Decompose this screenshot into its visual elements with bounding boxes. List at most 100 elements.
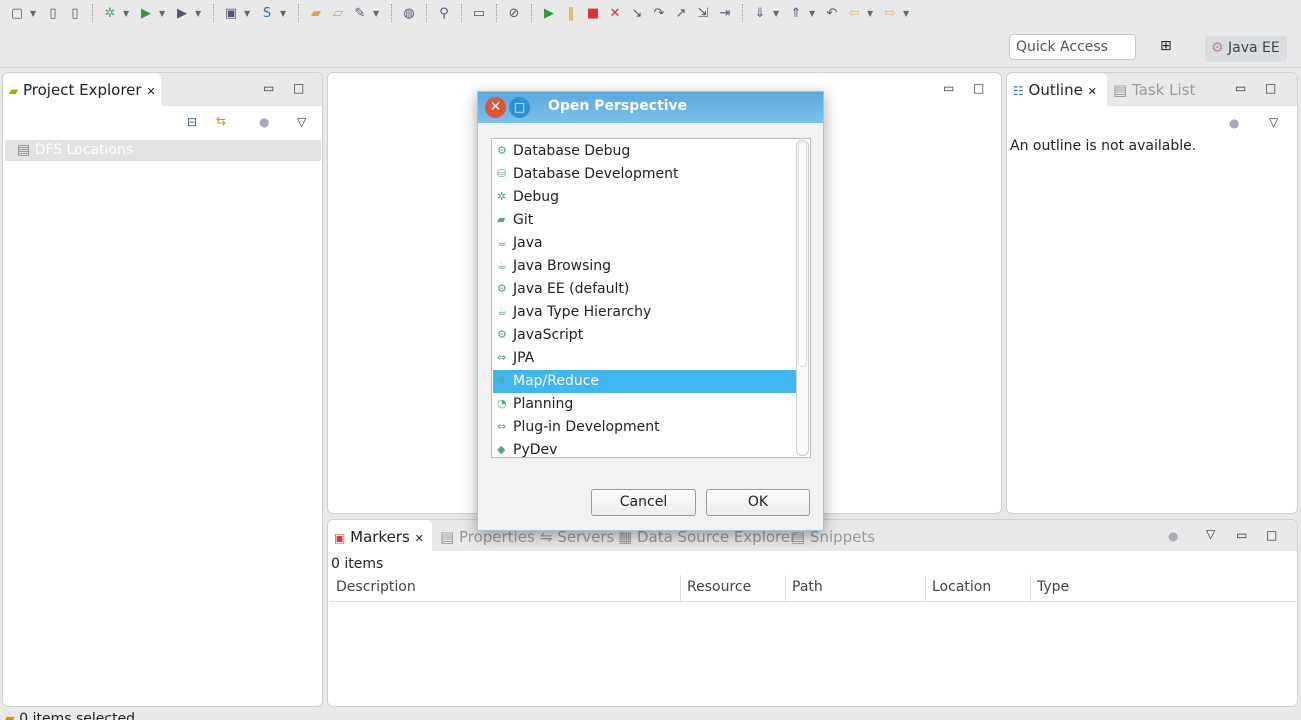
new-server-icon[interactable]: ▣ xyxy=(222,4,240,22)
perspective-item[interactable]: ◔ Planning xyxy=(493,393,796,416)
dropdown-arrow-icon[interactable]: ▼ xyxy=(773,9,783,18)
filter-icon[interactable]: ● xyxy=(1168,529,1178,543)
quick-access-input[interactable]: Quick Access xyxy=(1009,34,1136,60)
toolbar-separator xyxy=(531,4,532,22)
perspective-item[interactable]: ⇔ JPA xyxy=(493,347,796,370)
console-icon[interactable]: ▭ xyxy=(470,4,488,22)
drop-to-frame-icon[interactable]: ⇲ xyxy=(694,4,712,22)
perspective-label: Java Browsing xyxy=(513,258,612,274)
tab-project-explorer[interactable]: ▰ Project Explorer ✕ xyxy=(3,73,161,106)
link-editor-icon[interactable]: ⇆ xyxy=(216,114,226,128)
column-resource[interactable]: Resource xyxy=(681,575,786,601)
perspective-item[interactable]: ☕ Java xyxy=(493,232,796,255)
tab-task-list[interactable]: ▤ Task List xyxy=(1113,81,1195,99)
perspective-item[interactable]: ⚘ Map/Reduce xyxy=(493,370,796,393)
close-icon[interactable]: ✕ xyxy=(485,97,506,118)
debug-icon[interactable]: ✲ xyxy=(101,4,119,22)
dropdown-arrow-icon[interactable]: ▼ xyxy=(903,9,913,18)
skip-breakpoints-icon[interactable]: ⊘ xyxy=(505,4,523,22)
forward-icon[interactable]: ⇨ xyxy=(881,4,899,22)
dropdown-arrow-icon[interactable]: ▼ xyxy=(809,9,819,18)
step-return-icon[interactable]: ↗ xyxy=(672,4,690,22)
perspective-item[interactable]: ⚙ Java EE (default) xyxy=(493,278,796,301)
scrollbar[interactable] xyxy=(796,140,809,456)
perspective-item[interactable]: ⛁ Database Development xyxy=(493,163,796,186)
previous-annotation-icon[interactable]: ⇑ xyxy=(787,4,805,22)
perspective-item[interactable]: ◆ PyDev xyxy=(493,439,796,457)
disconnect-icon[interactable]: ✕ xyxy=(606,4,624,22)
outline-icon: ☷ xyxy=(1013,84,1024,98)
perspective-item[interactable]: ☕ Java Browsing xyxy=(493,255,796,278)
view-menu-icon[interactable]: ▽ xyxy=(1206,527,1215,541)
column-path[interactable]: Path xyxy=(786,575,926,601)
terminate-icon[interactable]: ■ xyxy=(584,4,602,22)
dropdown-arrow-icon[interactable]: ▼ xyxy=(373,9,383,18)
close-icon[interactable]: ✕ xyxy=(146,85,155,98)
collapse-all-icon[interactable]: ⊟ xyxy=(187,115,197,129)
step-into-icon[interactable]: ↘ xyxy=(628,4,646,22)
new-icon[interactable]: ▢ xyxy=(8,4,26,22)
open-folder-icon[interactable]: ▱ xyxy=(329,4,347,22)
maximize-icon[interactable]: □ xyxy=(293,81,304,95)
maximize-icon[interactable]: □ xyxy=(1265,81,1276,95)
maximize-icon[interactable]: □ xyxy=(509,97,530,118)
web-browser-icon[interactable]: ◍ xyxy=(400,4,418,22)
markers-icon: ▣ xyxy=(334,531,346,545)
dropdown-arrow-icon[interactable]: ▼ xyxy=(123,9,133,18)
maximize-icon[interactable]: □ xyxy=(1266,528,1277,542)
filter-icon[interactable]: ● xyxy=(259,115,269,129)
column-type[interactable]: Type xyxy=(1031,575,1296,601)
suspend-icon[interactable]: ‖ xyxy=(562,4,580,22)
perspective-item[interactable]: ☕ Java Type Hierarchy xyxy=(493,301,796,324)
perspective-java-ee[interactable]: ⚙ Java EE xyxy=(1205,36,1287,62)
minimize-icon[interactable]: ▭ xyxy=(263,81,274,95)
use-step-filters-icon[interactable]: ⇥ xyxy=(716,4,734,22)
tree-item-dfs-locations[interactable]: ▤ DFS Locations xyxy=(5,140,321,161)
dropdown-arrow-icon[interactable]: ▼ xyxy=(195,9,205,18)
save-all-icon[interactable]: ▯ xyxy=(66,4,84,22)
close-icon[interactable]: ✕ xyxy=(1088,85,1097,98)
tab-markers[interactable]: ▣ Markers ✕ xyxy=(328,520,432,551)
view-menu-icon[interactable]: ▽ xyxy=(297,115,306,129)
perspective-item[interactable]: ⇔ Plug-in Development xyxy=(493,416,796,439)
dropdown-arrow-icon[interactable]: ▼ xyxy=(280,9,290,18)
maximize-icon[interactable]: □ xyxy=(973,81,984,95)
new-service-icon[interactable]: S xyxy=(258,4,276,22)
perspective-item[interactable]: ✲ Debug xyxy=(493,186,796,209)
dialog-title-bar: ✕ □ Open Perspective xyxy=(478,92,823,123)
save-icon[interactable]: ▯ xyxy=(44,4,62,22)
perspective-item[interactable]: ⚙ JavaScript xyxy=(493,324,796,347)
last-edit-icon[interactable]: ↶ xyxy=(823,4,841,22)
build-icon[interactable]: ✎ xyxy=(351,4,369,22)
open-project-icon[interactable]: ▰ xyxy=(307,4,325,22)
filter-icon[interactable]: ● xyxy=(1229,116,1239,130)
minimize-icon[interactable]: ▭ xyxy=(943,81,954,95)
cancel-button[interactable]: Cancel xyxy=(591,489,696,516)
dropdown-arrow-icon[interactable]: ▼ xyxy=(244,9,254,18)
perspective-item[interactable]: ▰ Git xyxy=(493,209,796,232)
minimize-icon[interactable]: ▭ xyxy=(1235,81,1246,95)
dropdown-arrow-icon[interactable]: ▼ xyxy=(159,9,169,18)
ok-button[interactable]: OK xyxy=(706,489,810,516)
column-location[interactable]: Location xyxy=(926,575,1031,601)
java-search-icon[interactable]: ⚲ xyxy=(435,4,453,22)
dropdown-arrow-icon[interactable]: ▼ xyxy=(867,9,877,18)
minimize-icon[interactable]: ▭ xyxy=(1236,528,1247,542)
open-perspective-icon[interactable]: ⊞ xyxy=(1160,38,1172,54)
dropdown-arrow-icon[interactable]: ▼ xyxy=(30,9,40,18)
resume-icon[interactable]: ▶ xyxy=(540,4,558,22)
view-menu-icon[interactable]: ▽ xyxy=(1269,115,1278,129)
step-over-icon[interactable]: ↷ xyxy=(650,4,668,22)
column-description[interactable]: Description xyxy=(330,575,681,601)
tab-outline[interactable]: ☷ Outline ✕ xyxy=(1007,73,1107,106)
java-ee-icon: ⚙ xyxy=(1211,40,1224,56)
perspective-list[interactable]: ⚙ Database Debug ⛁ Database Development ✲ Deb… xyxy=(491,138,811,458)
perspective-icon: ☕ xyxy=(497,259,507,272)
run-icon[interactable]: ▶ xyxy=(137,4,155,22)
close-icon[interactable]: ✕ xyxy=(415,532,424,545)
perspective-label: Map/Reduce xyxy=(513,373,600,389)
perspective-item[interactable]: ⚙ Database Debug xyxy=(493,140,796,163)
back-icon[interactable]: ⇦ xyxy=(845,4,863,22)
next-annotation-icon[interactable]: ⇓ xyxy=(751,4,769,22)
run-external-icon[interactable]: ▶ xyxy=(173,4,191,22)
